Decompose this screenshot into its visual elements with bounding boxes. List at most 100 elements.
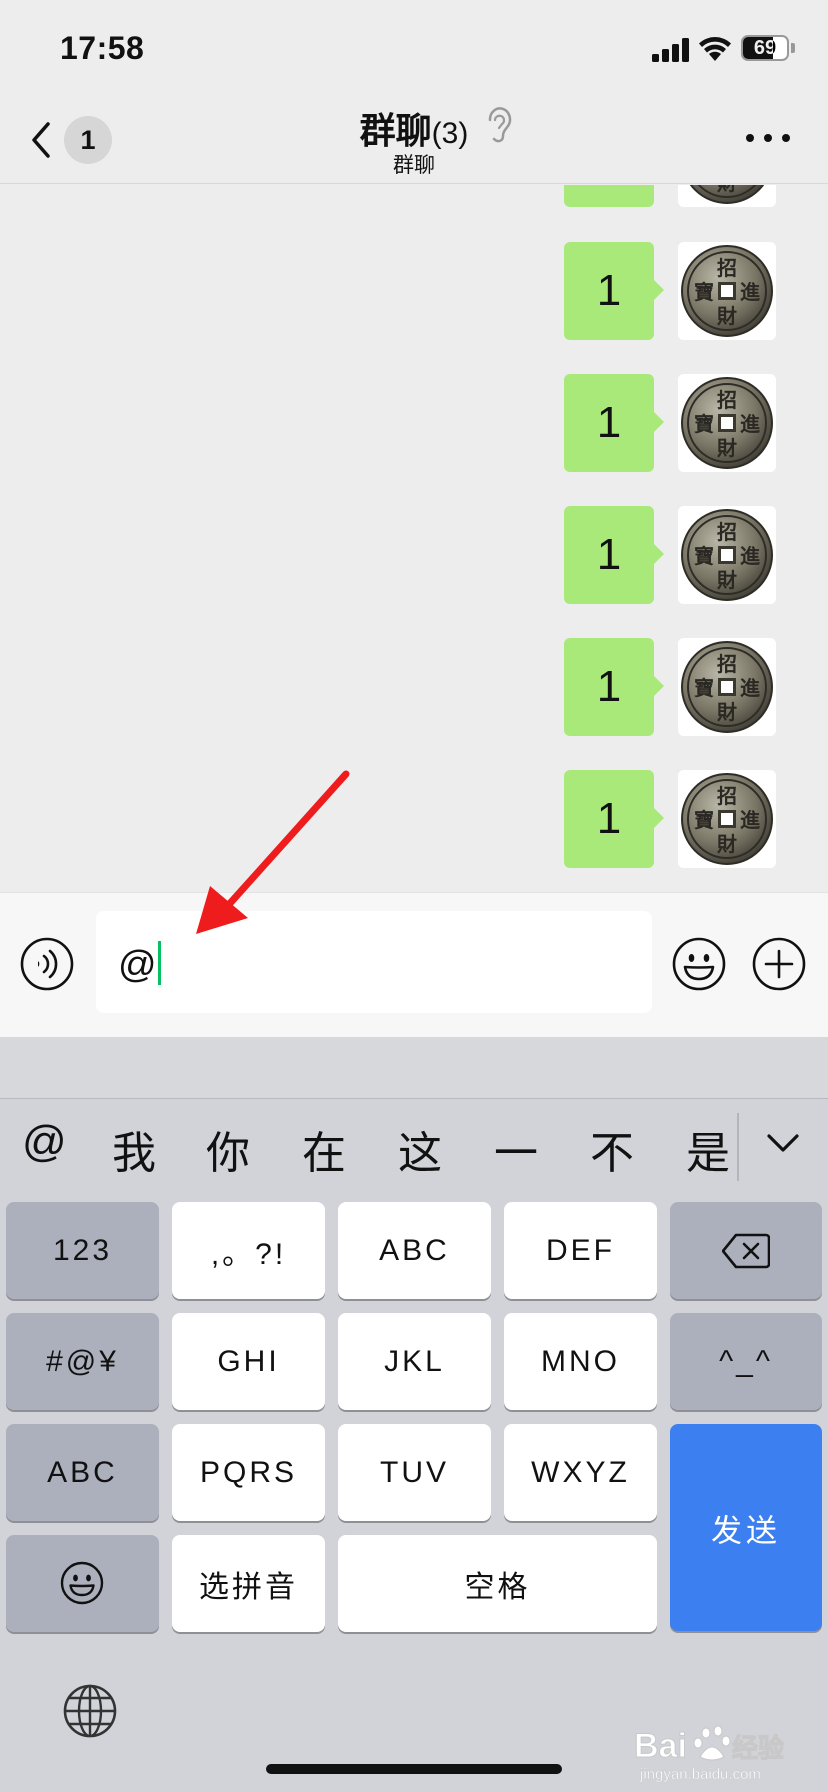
emoji-icon[interactable] bbox=[672, 937, 726, 991]
key-mno[interactable]: MNO bbox=[504, 1313, 657, 1410]
message-bubble[interactable]: 1 bbox=[564, 185, 654, 207]
plus-icon[interactable] bbox=[752, 937, 806, 991]
coin-avatar-image: 招 進 財 寶 bbox=[678, 374, 776, 472]
coin-avatar-image: 招 進 財 寶 bbox=[678, 242, 776, 340]
chat-header: 1 群聊(3) 群聊 bbox=[0, 94, 828, 184]
message-item[interactable]: 1 招 進 財 寶 bbox=[564, 185, 804, 207]
svg-text:財: 財 bbox=[717, 568, 737, 592]
message-list[interactable]: 1 招 進 財 寶 1 招 進 財 寶 1 招 進 財 寶 1 招 進 財 寶 … bbox=[0, 185, 828, 891]
key-symbols[interactable]: #@¥ bbox=[6, 1313, 159, 1410]
message-bubble[interactable]: 1 bbox=[564, 770, 664, 868]
svg-text:進: 進 bbox=[740, 412, 760, 436]
svg-text:財: 財 bbox=[717, 832, 737, 856]
avatar[interactable]: 招 進 財 寶 bbox=[678, 638, 776, 736]
ear-icon bbox=[488, 107, 512, 143]
candidate-word[interactable]: 你 bbox=[206, 1117, 250, 1181]
svg-text:寶: 寶 bbox=[694, 412, 714, 436]
svg-text:寶: 寶 bbox=[694, 808, 714, 832]
battery-nub bbox=[791, 43, 795, 53]
avatar[interactable]: 招 進 財 寶 bbox=[678, 506, 776, 604]
candidate-word[interactable]: 是 bbox=[686, 1117, 730, 1181]
svg-text:進: 進 bbox=[740, 280, 760, 304]
key-wxyz[interactable]: WXYZ bbox=[504, 1424, 657, 1521]
candidate-divider bbox=[737, 1113, 739, 1181]
battery-level: 69 bbox=[753, 37, 777, 59]
emoji-icon bbox=[60, 1561, 104, 1605]
text-cursor bbox=[157, 941, 161, 985]
backspace-icon bbox=[722, 1233, 770, 1269]
send-key[interactable]: 发送 bbox=[670, 1424, 822, 1631]
emoji-key[interactable] bbox=[6, 1535, 159, 1632]
keyboard: @ 我 你 在 这 一 不 是 123 ,。?! ABC DEF #@¥ GHI… bbox=[0, 1037, 828, 1792]
home-indicator bbox=[266, 1764, 562, 1774]
chat-input-bar: @ bbox=[0, 892, 828, 1037]
key-abc[interactable]: ABC bbox=[338, 1202, 491, 1299]
member-count: (3) bbox=[431, 117, 469, 150]
svg-text:進: 進 bbox=[740, 544, 760, 568]
key-select-pinyin[interactable]: 选拼音 bbox=[172, 1535, 325, 1632]
battery-icon: 69 bbox=[741, 35, 789, 61]
candidate-bar: @ 我 你 在 这 一 不 是 bbox=[0, 1099, 828, 1191]
message-bubble[interactable]: 1 bbox=[564, 374, 664, 472]
avatar[interactable]: 招 進 財 寶 bbox=[678, 770, 776, 868]
svg-text:寶: 寶 bbox=[694, 280, 714, 304]
avatar[interactable]: 招 進 財 寶 bbox=[678, 185, 776, 207]
svg-text:Bai: Bai bbox=[634, 1727, 687, 1765]
message-item[interactable]: 1 招 進 財 寶 bbox=[564, 374, 804, 472]
candidate-word[interactable]: 这 bbox=[398, 1117, 442, 1181]
key-kaomoji[interactable]: ^_^ bbox=[670, 1313, 822, 1410]
candidate-word[interactable]: 一 bbox=[494, 1117, 538, 1181]
svg-text:经验: 经验 bbox=[732, 1733, 784, 1764]
voice-input-icon[interactable] bbox=[20, 937, 74, 991]
keyboard-toolbar bbox=[0, 1037, 828, 1099]
svg-text:招: 招 bbox=[717, 784, 737, 808]
avatar[interactable]: 招 進 財 寶 bbox=[678, 374, 776, 472]
chat-title-text: 群聊 bbox=[359, 110, 432, 151]
message-item[interactable]: 1 招 進 財 寶 bbox=[564, 770, 804, 868]
globe-icon[interactable] bbox=[62, 1683, 118, 1739]
backspace-key[interactable] bbox=[670, 1202, 822, 1299]
message-item[interactable]: 1 招 進 財 寶 bbox=[564, 638, 804, 736]
coin-avatar-image: 招 進 財 寶 bbox=[678, 638, 776, 736]
key-punctuation[interactable]: ,。?! bbox=[172, 1202, 325, 1299]
candidate-word[interactable]: 我 bbox=[112, 1117, 156, 1181]
space-key[interactable]: 空格 bbox=[338, 1535, 657, 1632]
svg-text:財: 財 bbox=[717, 436, 737, 460]
message-item[interactable]: 1 招 進 財 寶 bbox=[564, 506, 804, 604]
key-123[interactable]: 123 bbox=[6, 1202, 159, 1299]
key-def[interactable]: DEF bbox=[504, 1202, 657, 1299]
baidu-jingyan-watermark: Bai 经验 jingyan.baidu.com bbox=[634, 1725, 785, 1783]
annotation-arrow bbox=[196, 770, 350, 934]
candidate-word[interactable]: 在 bbox=[302, 1117, 346, 1181]
message-item[interactable]: 1 招 進 財 寶 bbox=[564, 242, 804, 340]
svg-text:招: 招 bbox=[717, 520, 737, 544]
message-bubble[interactable]: 1 bbox=[564, 638, 664, 736]
key-abc-switch[interactable]: ABC bbox=[6, 1424, 159, 1521]
svg-text:招: 招 bbox=[717, 388, 737, 412]
message-input[interactable]: @ bbox=[96, 911, 652, 1013]
svg-text:進: 進 bbox=[740, 808, 760, 832]
coin-avatar-image: 招 進 財 寶 bbox=[678, 770, 776, 868]
candidate-word[interactable]: @ bbox=[22, 1117, 67, 1167]
svg-text:財: 財 bbox=[717, 304, 737, 328]
key-ghi[interactable]: GHI bbox=[172, 1313, 325, 1410]
svg-text:jingyan.baidu.com: jingyan.baidu.com bbox=[639, 1766, 761, 1783]
chat-subtitle: 群聊 bbox=[393, 154, 435, 177]
svg-text:財: 財 bbox=[717, 700, 737, 724]
key-jkl[interactable]: JKL bbox=[338, 1313, 491, 1410]
message-bubble[interactable]: 1 bbox=[564, 242, 664, 340]
message-bubble[interactable]: 1 bbox=[564, 506, 664, 604]
status-time: 17:58 bbox=[60, 30, 145, 66]
more-button[interactable] bbox=[740, 122, 796, 152]
candidate-word[interactable]: 不 bbox=[590, 1117, 634, 1181]
message-input-value: @ bbox=[118, 941, 161, 987]
key-pqrs[interactable]: PQRS bbox=[172, 1424, 325, 1521]
svg-text:進: 進 bbox=[740, 676, 760, 700]
svg-text:寶: 寶 bbox=[694, 544, 714, 568]
chevron-down-icon[interactable] bbox=[766, 1133, 800, 1153]
chat-title: 群聊(3) bbox=[0, 102, 828, 154]
avatar[interactable]: 招 進 財 寶 bbox=[678, 242, 776, 340]
svg-text:招: 招 bbox=[717, 652, 737, 676]
svg-text:財: 財 bbox=[717, 185, 737, 195]
key-tuv[interactable]: TUV bbox=[338, 1424, 491, 1521]
